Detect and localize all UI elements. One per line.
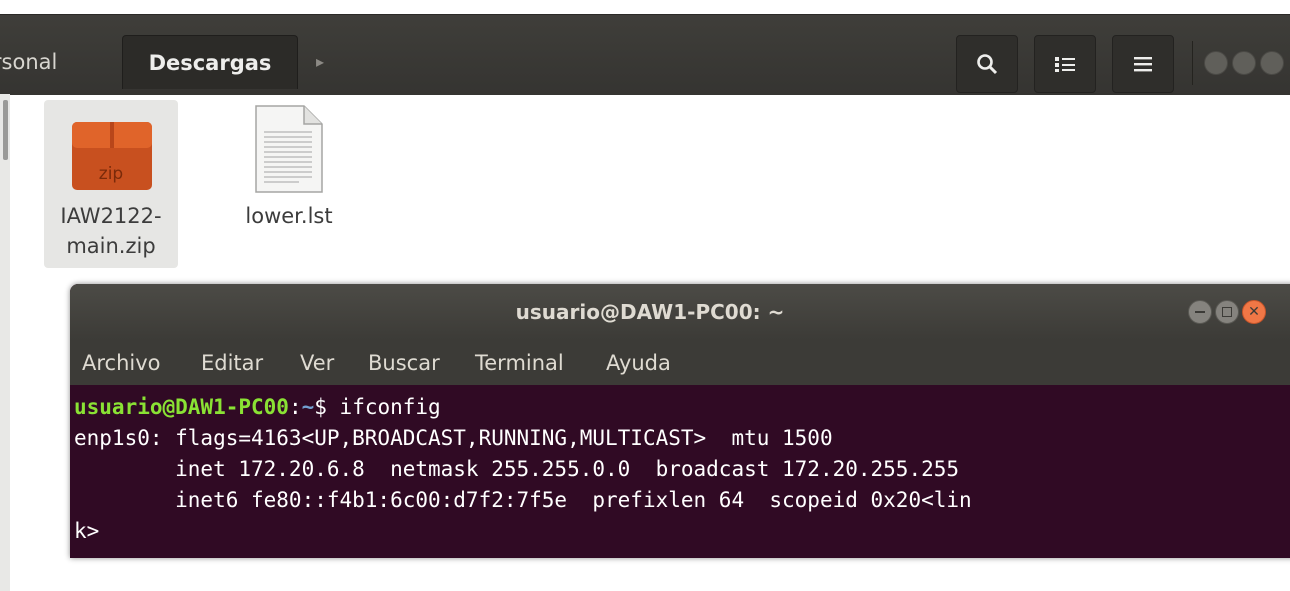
zip-icon-text: zip (98, 164, 124, 184)
minimize-button[interactable] (1204, 51, 1228, 75)
output-line: enp1s0: flags=4163<UP,BROADCAST,RUNNING,… (74, 426, 833, 450)
hamburger-menu-icon (1134, 57, 1152, 72)
breadcrumb-personal[interactable]: ersonal (0, 35, 118, 89)
text-document-icon (255, 105, 323, 193)
command-text: ifconfig (339, 395, 441, 419)
terminal-output[interactable]: usuario@DAW1-PC00:~$ ifconfig enp1s0: fl… (70, 385, 1290, 558)
prompt-separator: : (288, 395, 302, 419)
file-item-zip[interactable]: zip IAW2122- main.zip (44, 100, 178, 268)
sidebar-edge (0, 94, 10, 591)
prompt-user: usuario@DAW1-PC00 (74, 395, 289, 419)
view-toggle-button[interactable] (1034, 35, 1096, 93)
terminal-maximize-button[interactable] (1215, 300, 1239, 324)
menu-ver[interactable]: Ver (300, 351, 334, 375)
prompt-line: usuario@DAW1-PC00:~$ ifconfig (74, 392, 441, 423)
minimize-icon (1195, 311, 1205, 313)
file-manager-headerbar: ersonal Descargas ▸ (0, 14, 1290, 95)
output-line: inet 172.20.6.8 netmask 255.255.0.0 broa… (74, 457, 960, 481)
menu-ayuda[interactable]: Ayuda (606, 351, 671, 375)
file-name-line-2: main.zip (66, 234, 156, 258)
terminal-menubar: Archivo Editar Ver Buscar Terminal Ayuda (70, 340, 1290, 385)
close-button[interactable] (1260, 51, 1284, 75)
window-separator (1192, 41, 1193, 85)
close-icon: ✕ (1248, 304, 1260, 320)
output-line: k> (74, 519, 100, 543)
terminal-window[interactable]: usuario@DAW1-PC00: ~ ✕ Archivo Editar Ve… (70, 284, 1290, 558)
menu-buscar[interactable]: Buscar (368, 351, 440, 375)
search-button[interactable] (956, 35, 1018, 93)
menu-terminal[interactable]: Terminal (475, 351, 564, 375)
menu-editar[interactable]: Editar (201, 351, 263, 375)
breadcrumb-descargas[interactable]: Descargas (122, 35, 298, 89)
prompt-symbol: $ (314, 395, 340, 419)
terminal-minimize-button[interactable] (1188, 300, 1212, 324)
menu-archivo[interactable]: Archivo (82, 351, 161, 375)
maximize-button[interactable] (1232, 51, 1256, 75)
maximize-icon (1222, 307, 1232, 317)
breadcrumb-label: ersonal (0, 50, 58, 74)
file-name-line-1: IAW2122- (60, 204, 162, 228)
view-toggle-icon (1055, 57, 1075, 72)
terminal-title: usuario@DAW1-PC00: ~ (515, 300, 785, 324)
breadcrumb-forward-icon[interactable]: ▸ (300, 35, 340, 89)
prompt-path: ~ (301, 395, 315, 419)
scrollbar[interactable] (3, 100, 8, 160)
terminal-close-button[interactable]: ✕ (1242, 300, 1266, 324)
terminal-titlebar[interactable]: usuario@DAW1-PC00: ~ ✕ (70, 284, 1290, 340)
file-name: lower.lst (245, 204, 333, 228)
output-line: inet6 fe80::f4b1:6c00:d7f2:7f5e prefixle… (74, 488, 972, 512)
search-icon (977, 54, 998, 75)
menu-button[interactable] (1112, 35, 1174, 93)
